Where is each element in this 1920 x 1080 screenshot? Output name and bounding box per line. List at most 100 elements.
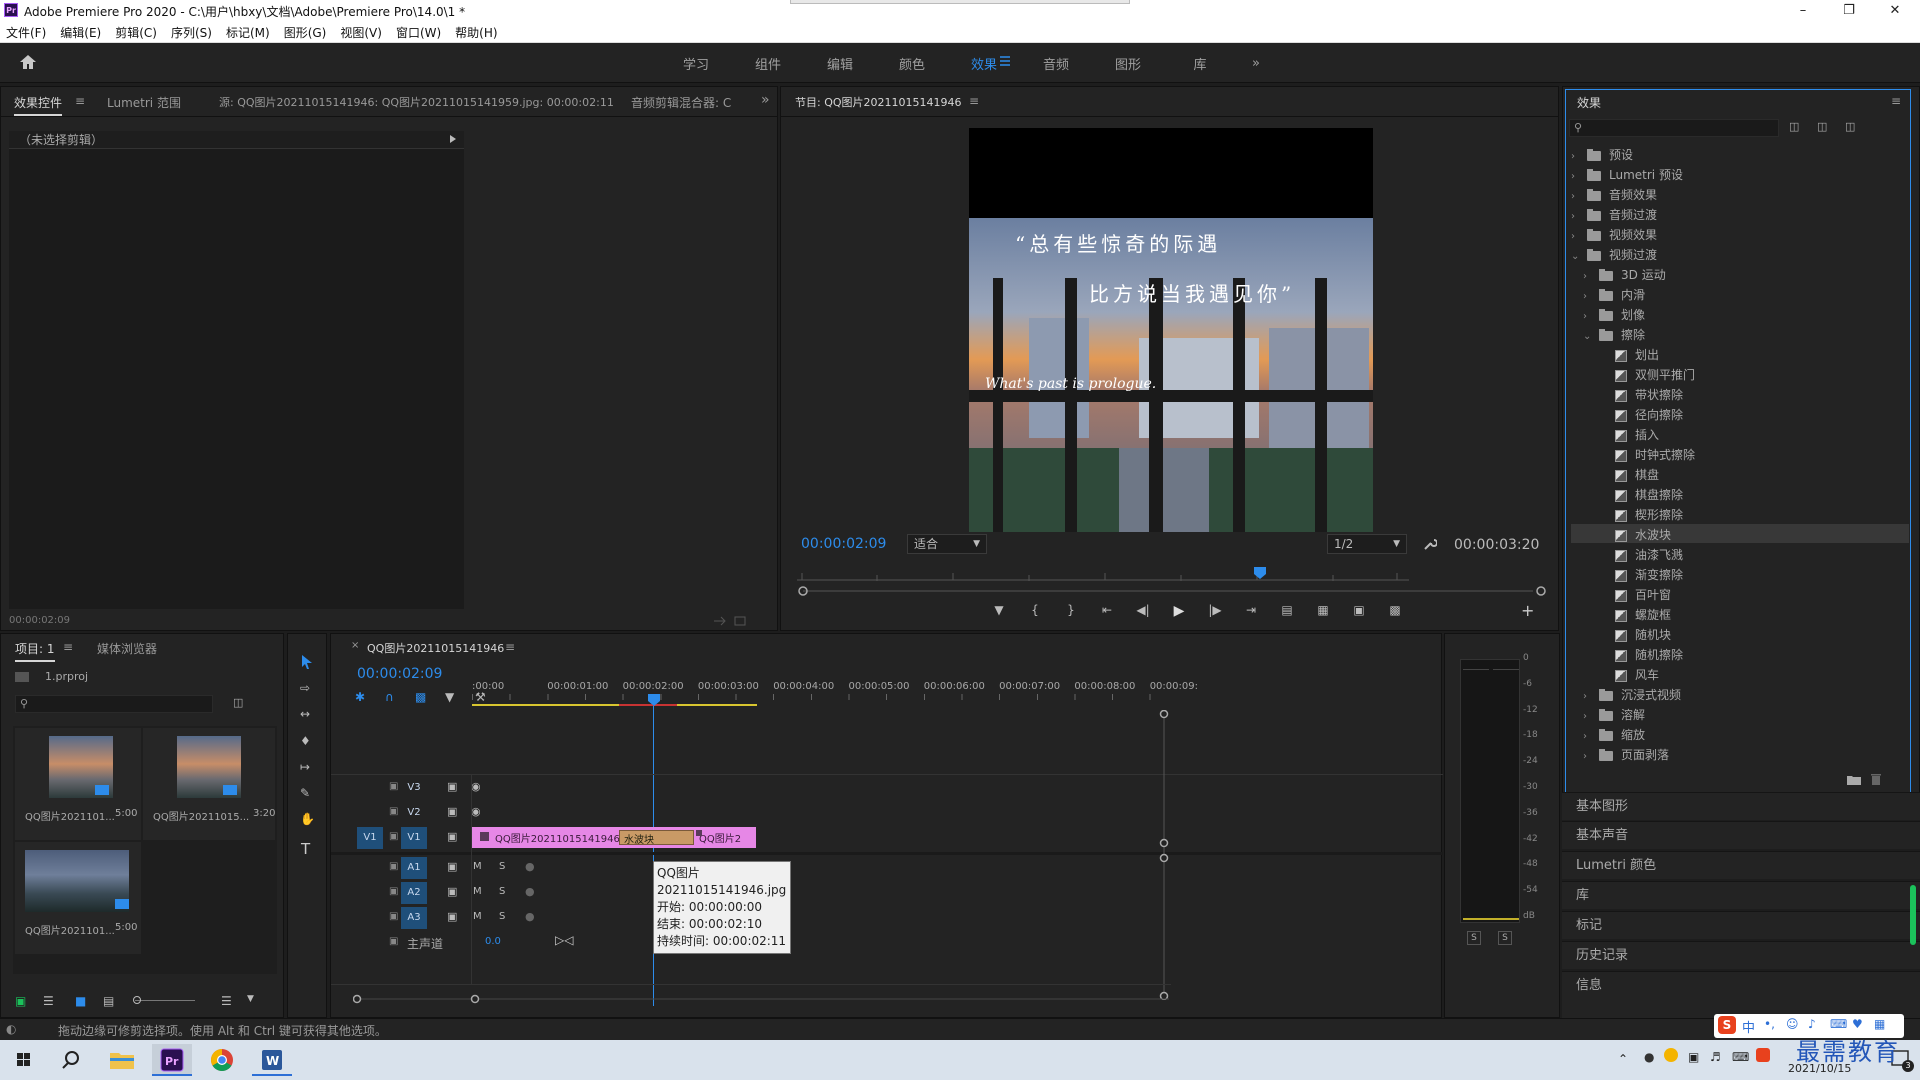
lock-icon[interactable]: ▣	[15, 994, 26, 1008]
workspace-tab-assembly[interactable]: 组件	[732, 54, 804, 73]
menu-view[interactable]: 视图(V)	[340, 24, 382, 41]
sync-lock-icon[interactable]: ▣	[447, 860, 457, 873]
go-to-out-icon[interactable]: ⇥	[1233, 603, 1269, 623]
panel-lumetri-color[interactable]: Lumetri 颜色	[1562, 851, 1920, 879]
step-back-icon[interactable]: ◀|	[1125, 603, 1161, 623]
effects-tree-item[interactable]: 水波块	[1571, 524, 1909, 543]
menu-sequence[interactable]: 序列(S)	[171, 24, 212, 41]
lock-icon[interactable]: ▣	[389, 886, 398, 897]
workspace-tab-audio[interactable]: 音频	[1020, 54, 1092, 73]
32bit-effects-icon[interactable]: ◫	[1817, 120, 1827, 133]
go-to-in-icon[interactable]: ⇤	[1089, 603, 1125, 623]
vertical-zoom-scrollbar[interactable]	[1159, 710, 1169, 1000]
project-menu-icon[interactable]: ≡	[63, 640, 73, 654]
project-item[interactable]: QQ图片2021101... 5:00	[15, 842, 141, 954]
ime-voice-icon[interactable]: ♪	[1808, 1017, 1816, 1031]
resolution-dropdown[interactable]: 1/2 ▼	[1327, 534, 1407, 554]
project-item[interactable]: QQ图片20211015... 3:20	[143, 728, 275, 840]
lock-icon[interactable]: ▣	[389, 911, 398, 922]
tab-lumetri-scopes[interactable]: Lumetri 范围	[107, 94, 181, 111]
panel-overflow-icon[interactable]: »	[761, 92, 770, 108]
menu-edit[interactable]: 编辑(E)	[60, 24, 101, 41]
effects-tree-folder[interactable]: › Lumetri 预设	[1571, 164, 1909, 183]
effects-tree-item[interactable]: 双侧平推门	[1571, 364, 1909, 383]
workspace-tab-learn[interactable]: 学习	[660, 54, 732, 73]
program-zoom-bar[interactable]	[797, 585, 1553, 597]
side-scrollbar[interactable]	[1910, 885, 1916, 945]
effects-tree-folder[interactable]: › 3D 运动	[1571, 264, 1909, 283]
clip-v1[interactable]: QQ图片20211015141946.jpg QQ图片2	[472, 827, 756, 848]
track-v2-label[interactable]: V2	[401, 802, 427, 824]
delete-icon[interactable]	[1871, 773, 1881, 785]
lock-icon[interactable]: ▣	[389, 781, 398, 792]
track-v1-label[interactable]: V1	[401, 827, 427, 849]
extract-icon[interactable]: ▦	[1305, 603, 1341, 623]
razor-tool-icon[interactable]: ♦	[300, 734, 311, 748]
volume-icon[interactable]: ♬	[1710, 1050, 1721, 1064]
lock-icon[interactable]: ▣	[389, 806, 398, 817]
workspace-menu-icon[interactable]	[1000, 55, 1010, 67]
camera-icon[interactable]: ▣	[1341, 603, 1377, 623]
tray-app-icon[interactable]	[1664, 1048, 1678, 1062]
ime-language[interactable]: 中	[1742, 1017, 1755, 1036]
solo-button[interactable]: S	[499, 861, 505, 872]
accelerated-effects-icon[interactable]: ◫	[1789, 120, 1799, 133]
windows-start-icon[interactable]	[4, 1044, 44, 1076]
tab-menu-icon[interactable]: ≡	[75, 94, 85, 108]
effects-menu-icon[interactable]: ≡	[1891, 94, 1901, 108]
mute-button[interactable]: M	[473, 886, 482, 897]
sync-lock-icon[interactable]: ▣	[447, 805, 457, 818]
eye-icon[interactable]: ◉	[471, 805, 481, 818]
sync-lock-icon[interactable]: ▣	[447, 780, 457, 793]
track-select-tool-icon[interactable]: ⇨	[300, 681, 310, 695]
effects-tree-folder[interactable]: › 预设	[1571, 144, 1909, 163]
chevron-down-icon[interactable]: ⌄	[1583, 331, 1593, 342]
ime-skin-icon[interactable]: ♥	[1852, 1017, 1863, 1031]
effects-tree-folder[interactable]: ⌄ 擦除	[1571, 324, 1909, 343]
effects-search-input[interactable]: ⚲	[1569, 119, 1779, 137]
effects-tree-item[interactable]: 划出	[1571, 344, 1909, 363]
ime-emoji-icon[interactable]: ☺	[1786, 1017, 1799, 1031]
tray-bell-icon[interactable]: ●	[1644, 1050, 1654, 1064]
effects-tree-item[interactable]: 随机擦除	[1571, 644, 1909, 663]
icon-view-icon[interactable]: ■	[75, 994, 86, 1008]
premiere-taskbar-icon[interactable]: Pr	[152, 1044, 192, 1076]
zoom-slider-handle[interactable]	[133, 996, 141, 1004]
effects-tree-item[interactable]: 棋盘擦除	[1571, 484, 1909, 503]
program-menu-icon[interactable]: ≡	[969, 94, 979, 108]
word-icon[interactable]: W	[252, 1044, 292, 1076]
minimize-button[interactable]: –	[1780, 0, 1826, 22]
timeline-playhead[interactable]	[648, 694, 660, 706]
effects-tree-folder[interactable]: › 沉浸式视频	[1571, 684, 1909, 703]
play-icon[interactable]: ▶	[1161, 603, 1197, 623]
workspace-tab-color[interactable]: 颜色	[876, 54, 948, 73]
program-playhead[interactable]	[1253, 566, 1267, 580]
solo-left-button[interactable]: S	[1467, 931, 1481, 945]
chevron-right-icon[interactable]: ›	[1583, 711, 1593, 722]
horizontal-zoom-scrollbar[interactable]	[353, 994, 1173, 1004]
effects-tree-item[interactable]: 油漆飞溅	[1571, 544, 1909, 563]
add-marker-icon[interactable]: ▼	[981, 603, 1017, 623]
menu-graphics[interactable]: 图形(G)	[284, 24, 327, 41]
lock-icon[interactable]: ▣	[389, 861, 398, 872]
effects-tree-folder[interactable]: › 页面剥落	[1571, 744, 1909, 763]
slip-tool-icon[interactable]: ↦	[300, 760, 310, 774]
track-v3-label[interactable]: V3	[401, 777, 427, 799]
search-icon[interactable]	[52, 1044, 92, 1076]
ime-keyboard-icon[interactable]: ⌨	[1830, 1017, 1847, 1031]
new-search-bin-icon[interactable]: ◫	[233, 696, 243, 709]
selection-tool-icon[interactable]	[300, 654, 314, 670]
step-forward-icon[interactable]: |▶	[1197, 603, 1233, 623]
yuv-effects-icon[interactable]: ◫	[1845, 120, 1855, 133]
effects-tree-item[interactable]: 带状擦除	[1571, 384, 1909, 403]
lock-icon[interactable]: ▣	[389, 831, 398, 842]
tab-media-browser[interactable]: 媒体浏览器	[97, 640, 157, 657]
chevron-right-icon[interactable]: ›	[1571, 191, 1581, 202]
chrome-icon[interactable]	[202, 1044, 242, 1076]
program-time-ruler[interactable]	[797, 571, 1409, 581]
program-video-frame[interactable]: “总有些惊奇的际遇 比方说当我遇见你” What's past is prolo…	[969, 128, 1373, 532]
project-search-input[interactable]: ⚲	[15, 695, 213, 713]
mute-button[interactable]: M	[473, 911, 482, 922]
sync-lock-icon[interactable]: ▣	[447, 910, 457, 923]
ripple-edit-tool-icon[interactable]: ↔	[300, 707, 310, 721]
